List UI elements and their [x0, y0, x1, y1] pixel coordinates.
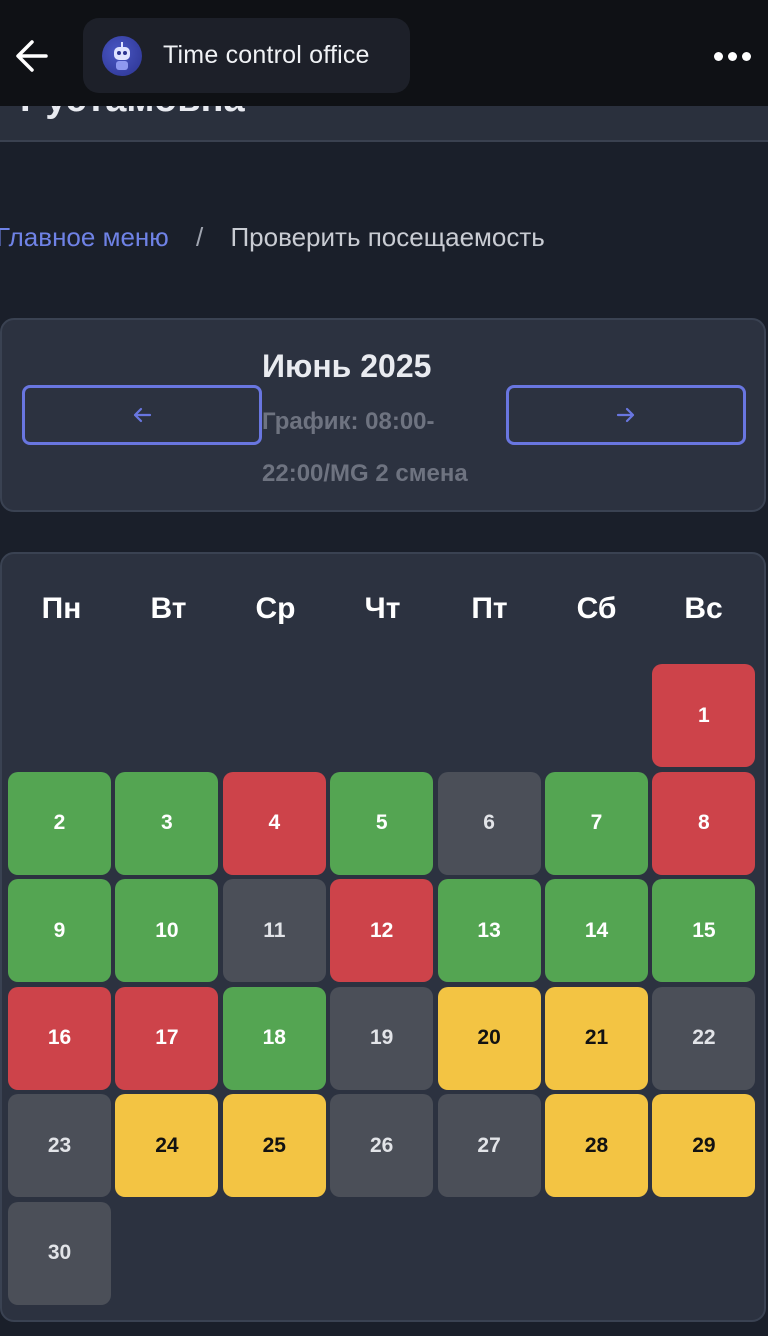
calendar-day[interactable]: 13	[437, 879, 541, 982]
calendar-day[interactable]: 18	[222, 986, 326, 1090]
breadcrumb-separator: /	[196, 222, 204, 252]
calendar-day[interactable]: 10	[115, 879, 219, 982]
app-bar: Time control office	[0, 0, 768, 106]
calendar-day[interactable]: 5	[330, 771, 434, 875]
calendar-day[interactable]: 22	[652, 986, 756, 1090]
month-card: Июнь 2025 График: 08:00-22:00/MG 2 смена	[0, 318, 766, 512]
more-menu-button[interactable]	[710, 34, 754, 78]
weekday-header: Ср	[255, 592, 296, 625]
calendar-day[interactable]: 7	[545, 771, 648, 875]
calendar-day[interactable]: 30	[8, 1201, 111, 1305]
calendar-day[interactable]: 4	[222, 771, 326, 875]
breadcrumb: Главное меню / Проверить посещаемость	[0, 222, 545, 253]
calendar-grid: Пн Вт Ср Чт Пт Сб Вс 1 2 3 4 5 6 7 8 9 10 11 12 13 14…	[0, 552, 766, 1322]
weekday-header: Сб	[576, 592, 617, 625]
calendar-day[interactable]: 9	[8, 879, 111, 982]
schedule-text: График: 08:00-22:00/MG 2 смена	[262, 408, 468, 487]
breadcrumb-current: Проверить посещаемость	[230, 222, 545, 252]
calendar-day[interactable]: 3	[115, 771, 219, 875]
app-title-pill[interactable]: Time control office	[83, 18, 410, 93]
app-title: Time control office	[163, 41, 370, 69]
calendar-day[interactable]: 29	[652, 1094, 756, 1197]
arrow-right-icon	[616, 407, 635, 423]
calendar-day[interactable]: 26	[330, 1094, 434, 1197]
weekday-header: Пт	[471, 592, 508, 625]
calendar-day[interactable]: 1	[652, 664, 756, 767]
more-horizontal-icon	[713, 51, 723, 61]
calendar-day[interactable]: 23	[8, 1094, 111, 1197]
arrow-left-icon	[16, 40, 48, 72]
weekday-header: Вс	[684, 592, 723, 625]
back-button[interactable]	[8, 30, 56, 82]
calendar-day[interactable]: 17	[115, 986, 219, 1090]
calendar-day[interactable]: 11	[222, 879, 326, 982]
calendar-day[interactable]: 15	[652, 879, 756, 982]
breadcrumb-home-link[interactable]: Главное меню	[0, 222, 169, 252]
next-month-button[interactable]	[506, 385, 746, 445]
calendar-day[interactable]: 24	[115, 1094, 219, 1197]
month-title: Июнь 2025	[262, 348, 432, 384]
calendar-day[interactable]: 12	[330, 879, 434, 982]
calendar-day[interactable]: 27	[437, 1094, 541, 1197]
weekday-header: Чт	[364, 592, 401, 625]
calendar-day[interactable]: 19	[330, 986, 434, 1090]
calendar-day[interactable]: 20	[437, 986, 541, 1090]
calendar-day[interactable]: 16	[8, 986, 111, 1090]
weekday-header: Вт	[150, 592, 187, 625]
calendar-day[interactable]: 6	[437, 771, 541, 875]
calendar-day[interactable]: 2	[8, 771, 111, 875]
robot-avatar-icon	[102, 35, 142, 76]
calendar-day[interactable]: 14	[545, 879, 648, 982]
prev-month-button[interactable]	[22, 385, 262, 445]
calendar-day[interactable]: 28	[545, 1094, 648, 1197]
calendar-day[interactable]: 21	[545, 986, 648, 1090]
calendar-day[interactable]: 25	[222, 1094, 326, 1197]
arrow-left-icon	[133, 407, 152, 423]
weekday-header: Пн	[41, 592, 82, 625]
calendar-day[interactable]: 8	[652, 771, 756, 875]
